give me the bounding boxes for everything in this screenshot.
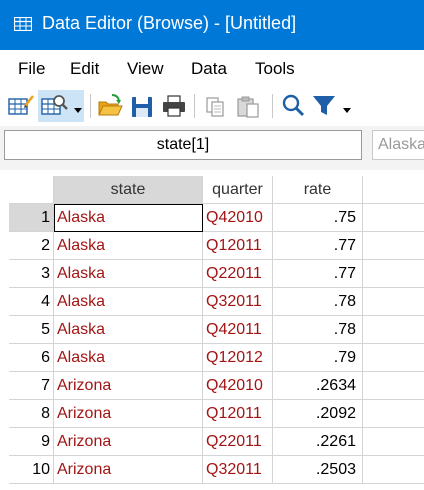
variable-name-field[interactable]: state[1]: [4, 130, 362, 160]
cell-rate[interactable]: .77: [273, 260, 363, 288]
row-number[interactable]: 8: [9, 400, 54, 428]
variable-bar: state[1] Alaska: [0, 126, 424, 171]
spreadsheet-icon: [14, 17, 32, 31]
column-header-quarter[interactable]: quarter: [203, 176, 273, 204]
cell-quarter[interactable]: Q32011: [203, 456, 273, 484]
browse-button[interactable]: [38, 90, 84, 122]
cell-quarter[interactable]: Q22011: [203, 260, 273, 288]
toolbar: [0, 86, 424, 126]
row-number[interactable]: 4: [9, 288, 54, 316]
empty-cell: [363, 260, 424, 288]
empty-column-header: [363, 176, 424, 204]
cell-quarter[interactable]: Q32011: [203, 288, 273, 316]
cell-quarter[interactable]: Q42011: [203, 316, 273, 344]
empty-cell: [363, 316, 424, 344]
filter-icon[interactable]: [310, 90, 358, 122]
empty-cell: [363, 400, 424, 428]
row-number[interactable]: 3: [9, 260, 54, 288]
cell-rate[interactable]: .2503: [273, 456, 363, 484]
menu-view[interactable]: View: [127, 59, 164, 79]
window-title: Data Editor (Browse) - [Untitled]: [42, 13, 297, 33]
empty-cell: [363, 344, 424, 372]
cell-state[interactable]: Alaska: [54, 288, 203, 316]
cell-rate[interactable]: .77: [273, 232, 363, 260]
copy-icon[interactable]: [202, 90, 228, 122]
cell-rate[interactable]: .2092: [273, 400, 363, 428]
row-number[interactable]: 7: [9, 372, 54, 400]
menu-file[interactable]: File: [18, 59, 45, 79]
cell-state[interactable]: Arizona: [54, 400, 203, 428]
row-number[interactable]: 2: [9, 232, 54, 260]
corner-cell[interactable]: [9, 176, 54, 204]
print-icon[interactable]: [160, 90, 188, 122]
row-number[interactable]: 10: [9, 456, 54, 484]
menu-edit[interactable]: Edit: [70, 59, 99, 79]
cell-rate[interactable]: .2261: [273, 428, 363, 456]
cell-state[interactable]: Alaska: [54, 204, 203, 232]
column-header-rate[interactable]: rate: [273, 176, 363, 204]
row-number[interactable]: 6: [9, 344, 54, 372]
cell-state[interactable]: Arizona: [54, 372, 203, 400]
menu-tools[interactable]: Tools: [255, 59, 295, 79]
cell-quarter[interactable]: Q42010: [203, 372, 273, 400]
data-grid: state quarter rate 1 Alaska Q42010.75 2 Alaska Q…: [0, 170, 424, 490]
cell-quarter[interactable]: Q12012: [203, 344, 273, 372]
cell-quarter[interactable]: Q12011: [203, 232, 273, 260]
row-number[interactable]: 1: [9, 204, 54, 232]
cell-state[interactable]: Alaska: [54, 232, 203, 260]
cell-rate[interactable]: .79: [273, 344, 363, 372]
empty-cell: [363, 232, 424, 260]
cell-rate[interactable]: .78: [273, 288, 363, 316]
empty-cell: [363, 288, 424, 316]
title-bar: Data Editor (Browse) - [Untitled]: [0, 0, 424, 50]
menu-data[interactable]: Data: [191, 59, 227, 79]
toolbar-separator: [272, 94, 273, 118]
empty-cell: [363, 428, 424, 456]
empty-cell: [363, 204, 424, 232]
toolbar-separator: [90, 94, 91, 118]
toolbar-separator: [194, 94, 195, 118]
row-number[interactable]: 5: [9, 316, 54, 344]
paste-icon[interactable]: [234, 90, 264, 122]
open-icon[interactable]: [96, 90, 124, 122]
data-editor-edit-icon[interactable]: [6, 90, 36, 122]
cell-state[interactable]: Arizona: [54, 428, 203, 456]
cell-rate[interactable]: .78: [273, 316, 363, 344]
empty-cell: [363, 456, 424, 484]
cell-quarter[interactable]: Q12011: [203, 400, 273, 428]
cell-rate[interactable]: .2634: [273, 372, 363, 400]
column-header-state[interactable]: state: [54, 176, 203, 204]
row-number[interactable]: 9: [9, 428, 54, 456]
cell-state[interactable]: Alaska: [54, 316, 203, 344]
find-icon[interactable]: [280, 90, 306, 122]
data-editor-browse-icon: [41, 95, 82, 115]
cell-state[interactable]: Alaska: [54, 344, 203, 372]
cell-value-field[interactable]: Alaska: [372, 130, 424, 160]
empty-cell: [363, 372, 424, 400]
menu-bar: File Edit View Data Tools: [0, 50, 424, 86]
cell-quarter[interactable]: Q22011: [203, 428, 273, 456]
save-icon[interactable]: [128, 90, 156, 122]
cell-state[interactable]: Alaska: [54, 260, 203, 288]
cell-state[interactable]: Arizona: [54, 456, 203, 484]
cell-rate[interactable]: .75: [273, 204, 363, 232]
cell-quarter[interactable]: Q42010: [203, 204, 273, 232]
